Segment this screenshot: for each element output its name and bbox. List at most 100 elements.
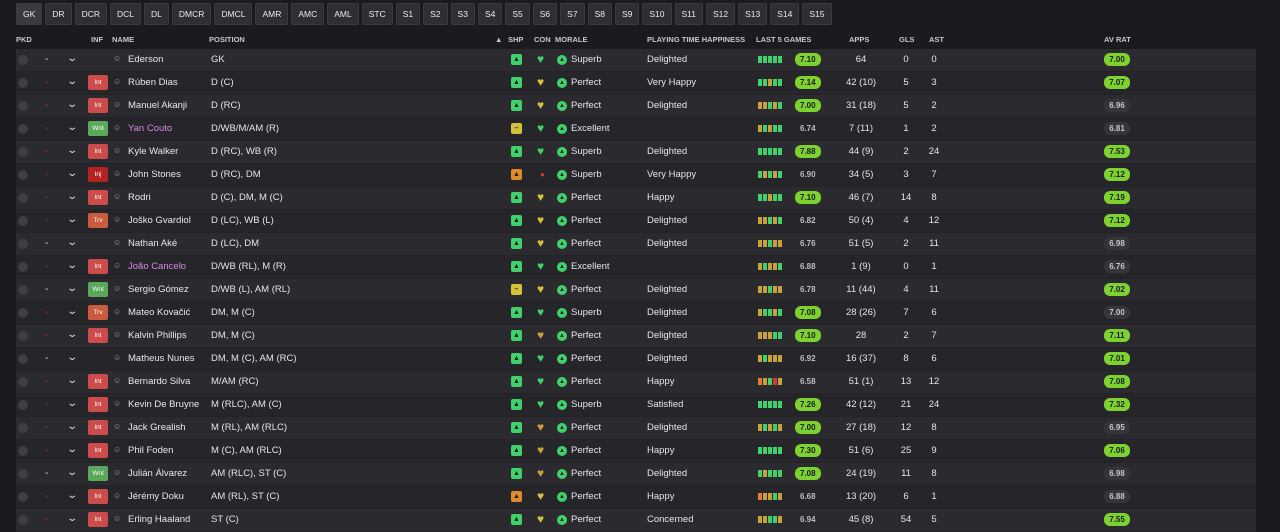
player-name-link[interactable]: Rodri [128,192,151,203]
col-con[interactable]: CON [534,35,551,44]
tab-s4[interactable]: S4 [477,3,503,25]
table-row[interactable]: - ⌄ Int ☺ Erling Haaland ST (C) ▲ ♥ ▲ Perfect Conc… [16,509,1256,532]
tab-s3[interactable]: S3 [450,3,475,25]
chevron-down-icon[interactable]: ⌄ [66,375,78,386]
penalty-taker-toggle[interactable] [18,124,28,134]
chevron-down-icon[interactable]: ⌄ [66,237,78,248]
penalty-taker-toggle[interactable] [18,423,28,433]
penalty-taker-toggle[interactable] [18,446,28,456]
player-name-link[interactable]: Rúben Dias [128,77,178,88]
chevron-down-icon[interactable]: ⌄ [66,122,78,133]
penalty-taker-toggle[interactable] [18,78,28,88]
chevron-down-icon[interactable]: ⌄ [66,490,78,501]
chevron-down-icon[interactable]: ⌄ [66,260,78,271]
table-row[interactable]: - ⌄ Wnt ☺ Sergio Gómez D/WB (L), AM (RL) – ♥ ▲ Pe… [16,279,1256,302]
table-row[interactable]: - ⌄ Wnt ☺ Julián Álvarez AM (RLC), ST (C) ▲ ♥ ▲ P… [16,463,1256,486]
player-name-link[interactable]: Jérémy Doku [128,491,184,502]
chevron-down-icon[interactable]: ⌄ [66,421,78,432]
player-name-link[interactable]: Sergio Gómez [128,284,189,295]
player-name-link[interactable]: Manuel Akanji [128,100,187,111]
penalty-taker-toggle[interactable] [18,55,28,65]
player-name-link[interactable]: Kalvin Phillips [128,330,187,341]
table-row[interactable]: - ⌄ Int ☺ Phil Foden M (C), AM (RLC) ▲ ♥ ▲ Perfec… [16,440,1256,463]
tab-dmcl[interactable]: DMCL [214,3,253,25]
tab-s9[interactable]: S9 [614,3,640,25]
penalty-taker-toggle[interactable] [18,216,28,226]
penalty-taker-toggle[interactable] [18,262,28,272]
table-row[interactable]: - ⌄ Trv ☺ Mateo Kovačić DM, M (C) ▲ ♥ ▲ Superb Del… [16,302,1256,325]
table-row[interactable]: - ⌄ Int ☺ Jérémy Doku AM (RL), ST (C) ▲ ♥ ▲ Perfe… [16,486,1256,509]
tab-s14[interactable]: S14 [770,3,800,25]
penalty-taker-toggle[interactable] [18,239,28,249]
table-row[interactable]: - ⌄ Trv ☺ Joško Gvardiol D (LC), WB (L) ▲ ♥ ▲ Per… [16,210,1256,233]
col-gls[interactable]: GLS [899,35,914,44]
col-happiness[interactable]: PLAYING TIME HAPPINESS [647,35,745,44]
tab-s7[interactable]: S7 [560,3,585,25]
chevron-down-icon[interactable]: ⌄ [66,168,78,179]
player-name-link[interactable]: Erling Haaland [128,514,190,525]
chevron-down-icon[interactable]: ⌄ [66,329,78,340]
penalty-taker-toggle[interactable] [18,101,28,111]
player-name-link[interactable]: João Cancelo [128,261,186,272]
tab-s1[interactable]: S1 [395,3,421,25]
table-row[interactable]: - ⌄ Int ☺ Bernardo Silva M/AM (RC) ▲ ♥ ▲ Perfect H… [16,371,1256,394]
chevron-down-icon[interactable]: ⌄ [66,53,78,64]
table-row[interactable]: - ⌄ Inj ☺ John Stones D (RC), DM ▲ ● ▲ Superb Very… [16,164,1256,187]
table-row[interactable]: - ⌄ Int ☺ Jack Grealish M (RL), AM (RLC) ▲ ♥ ▲ Pe… [16,417,1256,440]
player-name-link[interactable]: Kyle Walker [128,146,178,157]
penalty-taker-toggle[interactable] [18,331,28,341]
player-name-link[interactable]: Bernardo Silva [128,376,190,387]
tab-s8[interactable]: S8 [587,3,612,25]
penalty-taker-toggle[interactable] [18,354,28,364]
table-row[interactable]: - ⌄ Int ☺ Rodri D (C), DM, M (C) ▲ ♥ ▲ Perfect Hap… [16,187,1256,210]
chevron-down-icon[interactable]: ⌄ [66,306,78,317]
table-row[interactable]: - ⌄ Int ☺ Kalvin Phillips DM, M (C) ▲ ♥ ▲ Perfect… [16,325,1256,348]
chevron-down-icon[interactable]: ⌄ [66,513,78,524]
chevron-down-icon[interactable]: ⌄ [66,467,78,478]
tab-dmcr[interactable]: DMCR [171,3,212,25]
col-morale[interactable]: MORALE [555,35,588,44]
table-row[interactable]: - ⌄ Int ☺ João Cancelo D/WB (RL), M (R) ▲ ♥ ▲ Exc… [16,256,1256,279]
penalty-taker-toggle[interactable] [18,492,28,502]
tab-s2[interactable]: S2 [423,3,448,25]
chevron-down-icon[interactable]: ⌄ [66,214,78,225]
chevron-down-icon[interactable]: ⌄ [66,444,78,455]
chevron-down-icon[interactable]: ⌄ [66,352,78,363]
table-row[interactable]: - ⌄ ☺ Ederson GK ▲ ♥ ▲ Superb Delighted 7.10 64 0 0 7.… [16,49,1256,72]
table-row[interactable]: - ⌄ Int ☺ Manuel Akanji D (RC) ▲ ♥ ▲ Perfect Delig… [16,95,1256,118]
player-name-link[interactable]: Joško Gvardiol [128,215,191,226]
col-last5[interactable]: LAST 5 GAMES [756,35,811,44]
tab-s13[interactable]: S13 [738,3,768,25]
penalty-taker-toggle[interactable] [18,469,28,479]
chevron-down-icon[interactable]: ⌄ [66,398,78,409]
penalty-taker-toggle[interactable] [18,377,28,387]
tab-stc[interactable]: STC [361,3,393,25]
tab-dcr[interactable]: DCR [74,3,107,25]
chevron-down-icon[interactable]: ⌄ [66,145,78,156]
penalty-taker-toggle[interactable] [18,193,28,203]
player-name-link[interactable]: Yan Couto [128,123,172,134]
tab-amc[interactable]: AMC [291,3,325,25]
tab-aml[interactable]: AML [327,3,359,25]
col-inf[interactable]: INF [91,35,103,44]
penalty-taker-toggle[interactable] [18,147,28,157]
tab-s12[interactable]: S12 [706,3,736,25]
tab-s11[interactable]: S11 [674,3,704,25]
table-row[interactable]: - ⌄ Wnt ☺ Yan Couto D/WB/M/AM (R) – ♥ ▲ Excellent… [16,118,1256,141]
chevron-down-icon[interactable]: ⌄ [66,191,78,202]
col-avrat[interactable]: AV RAT [1104,35,1131,44]
tab-s15[interactable]: S15 [802,3,832,25]
player-name-link[interactable]: Mateo Kovačić [128,307,190,318]
penalty-taker-toggle[interactable] [18,308,28,318]
table-row[interactable]: - ⌄ ☺ Matheus Nunes DM, M (C), AM (RC) ▲ ♥ ▲ Per… [16,348,1256,371]
col-pkd[interactable]: PKD [16,35,32,44]
tab-dr[interactable]: DR [45,3,72,25]
penalty-taker-toggle[interactable] [18,515,28,525]
penalty-taker-toggle[interactable] [18,285,28,295]
player-name-link[interactable]: Ederson [128,54,163,65]
col-name[interactable]: NAME [112,35,134,44]
sort-arrow-icon[interactable]: ▲ [495,35,502,44]
tab-dl[interactable]: DL [144,3,169,25]
player-name-link[interactable]: Nathan Aké [128,238,177,249]
tab-s6[interactable]: S6 [532,3,558,25]
